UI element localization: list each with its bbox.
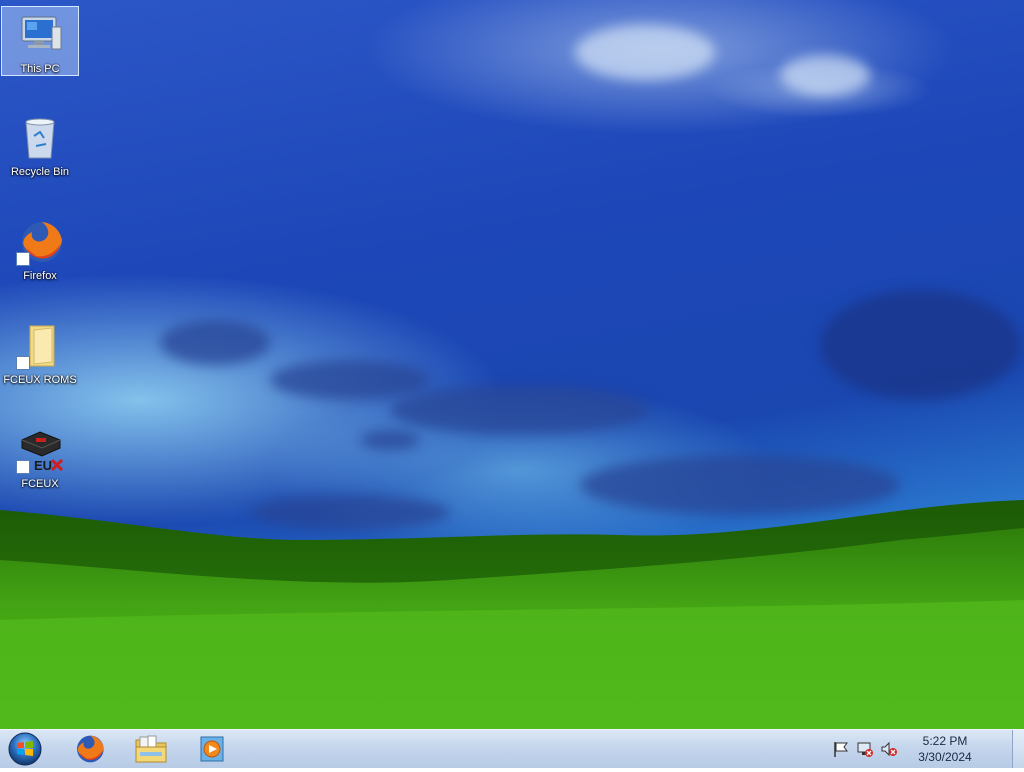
taskbar-file-explorer-button[interactable] bbox=[123, 731, 179, 767]
clock-time: 5:22 PM bbox=[922, 734, 968, 748]
folder-icon bbox=[16, 322, 64, 370]
desktop-icon-label: Firefox bbox=[23, 270, 57, 282]
cloud bbox=[820, 290, 1020, 400]
cloud bbox=[780, 55, 870, 95]
volume-muted-icon[interactable] bbox=[880, 740, 898, 758]
desktop-background[interactable]: This PC Recycle Bin Firefox FCEUX ROMS E… bbox=[0, 0, 1024, 729]
recycle-bin-icon bbox=[16, 114, 64, 162]
cloud bbox=[390, 385, 650, 435]
desktop-icon-label: This PC bbox=[20, 63, 60, 75]
shortcut-arrow-icon bbox=[16, 252, 30, 266]
firefox-icon bbox=[16, 218, 64, 266]
taskbar-firefox-button[interactable] bbox=[61, 731, 117, 767]
taskbar-clock[interactable]: 5:22 PM 3/30/2024 bbox=[910, 733, 980, 765]
folder-icon bbox=[135, 735, 167, 763]
action-center-flag-icon[interactable] bbox=[832, 740, 850, 758]
network-icon[interactable] bbox=[856, 740, 874, 758]
taskbar-media-player-button[interactable] bbox=[184, 731, 240, 767]
show-desktop-button[interactable] bbox=[1012, 730, 1024, 768]
cloud bbox=[160, 320, 270, 365]
desktop-icon-label: Recycle Bin bbox=[10, 166, 70, 178]
desktop-icon-label: FCEUX bbox=[21, 478, 59, 490]
svg-text:EU: EU bbox=[34, 458, 52, 473]
desktop-icon-fceux[interactable]: EU FCEUX bbox=[1, 422, 79, 492]
desktop-icon-this-pc[interactable]: This PC bbox=[1, 6, 79, 76]
grass-hills bbox=[0, 500, 1024, 729]
shortcut-arrow-icon bbox=[16, 460, 30, 474]
desktop-icon-recycle-bin[interactable]: Recycle Bin bbox=[1, 110, 79, 180]
media-player-icon bbox=[200, 736, 224, 762]
desktop-icon-label: FCEUX ROMS bbox=[3, 374, 77, 386]
computer-icon bbox=[16, 11, 64, 59]
shortcut-arrow-icon bbox=[16, 356, 30, 370]
start-button[interactable] bbox=[6, 731, 44, 767]
windows-logo-icon bbox=[8, 732, 42, 766]
clock-date: 3/30/2024 bbox=[918, 750, 972, 764]
system-tray: 5:22 PM 3/30/2024 bbox=[832, 730, 1002, 768]
cloud bbox=[575, 25, 715, 80]
firefox-icon bbox=[77, 735, 104, 763]
desktop-icon-fceux-roms[interactable]: FCEUX ROMS bbox=[1, 318, 79, 388]
fceux-icon: EU bbox=[16, 426, 64, 474]
cloud bbox=[360, 430, 420, 450]
desktop-icon-firefox[interactable]: Firefox bbox=[1, 214, 79, 284]
cloud bbox=[270, 360, 430, 400]
taskbar: 5:22 PM 3/30/2024 bbox=[0, 729, 1024, 768]
